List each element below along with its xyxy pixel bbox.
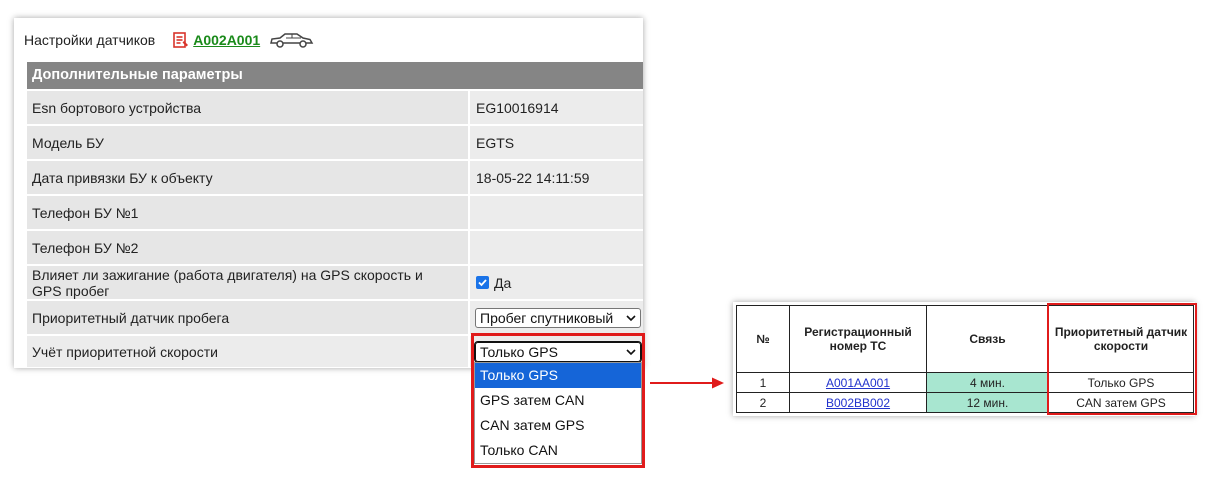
select-value: Пробег спутниковый [480, 309, 614, 326]
cell-plate: В002ВВ002 [789, 392, 927, 413]
row-value: Пробег спутниковый [470, 301, 643, 334]
car-icon [268, 32, 314, 48]
row-value: EGTS [470, 126, 643, 159]
sensor-settings-panel: Настройки датчиков А002А001 Дополнительн… [14, 18, 643, 368]
col-header-connection: Связь [926, 305, 1049, 373]
chevron-down-icon [626, 314, 636, 321]
row-mileage-sensor: Приоритетный датчик пробега Пробег спутн… [27, 301, 643, 334]
cell-num: 2 [736, 392, 790, 413]
row-label: Учёт приоритетной скорости [27, 336, 468, 367]
row-ignition: Влияет ли зажигание (работа двигателя) н… [27, 266, 643, 299]
row-phone-2: Телефон БУ №2 [27, 231, 643, 264]
row-value: Да [470, 266, 643, 299]
page-title: Настройки датчиков [24, 32, 156, 48]
cell-connection: 4 мин. [926, 372, 1049, 393]
row-model: Модель БУ EGTS [27, 126, 643, 159]
row-bind-date: Дата привязки БУ к объекту 18-05-22 14:1… [27, 161, 643, 194]
row-label: Модель БУ [27, 126, 468, 159]
row-value [470, 231, 643, 264]
row-value: EG10016914 [470, 91, 643, 124]
row-label: Esn бортового устройства [27, 91, 468, 124]
cell-num: 1 [736, 372, 790, 393]
row-value [470, 196, 643, 229]
highlight-frame [471, 333, 645, 468]
row-value: 18-05-22 14:11:59 [470, 161, 643, 194]
row-esn: Esn бортового устройства EG10016914 [27, 91, 643, 124]
section-title: Дополнительные параметры [27, 62, 643, 89]
col-header-num: № [736, 305, 790, 373]
row-label: Телефон БУ №1 [27, 196, 468, 229]
mileage-sensor-select[interactable]: Пробег спутниковый [475, 307, 641, 328]
checkbox-label: Да [494, 274, 512, 291]
ignition-checkbox[interactable] [476, 276, 489, 289]
col-header-plate: Регистрационный номер ТС [789, 305, 927, 373]
row-label: Приоритетный датчик пробега [27, 301, 468, 334]
row-label: Дата привязки БУ к объекту [27, 161, 468, 194]
cell-connection: 12 мин. [926, 392, 1049, 413]
cell-plate: А001АА001 [789, 372, 927, 393]
panel-header: Настройки датчиков А002А001 [24, 30, 314, 50]
row-label: Влияет ли зажигание (работа двигателя) н… [27, 266, 468, 299]
arrow-right-icon [650, 377, 724, 389]
highlight-column-frame [1047, 303, 1197, 415]
plate-link[interactable]: В002ВВ002 [826, 396, 890, 410]
row-label: Телефон БУ №2 [27, 231, 468, 264]
plate-link[interactable]: А001АА001 [826, 376, 890, 390]
document-icon[interactable] [173, 32, 189, 48]
row-phone-1: Телефон БУ №1 [27, 196, 643, 229]
vehicle-plate-link[interactable]: А002А001 [193, 32, 260, 48]
